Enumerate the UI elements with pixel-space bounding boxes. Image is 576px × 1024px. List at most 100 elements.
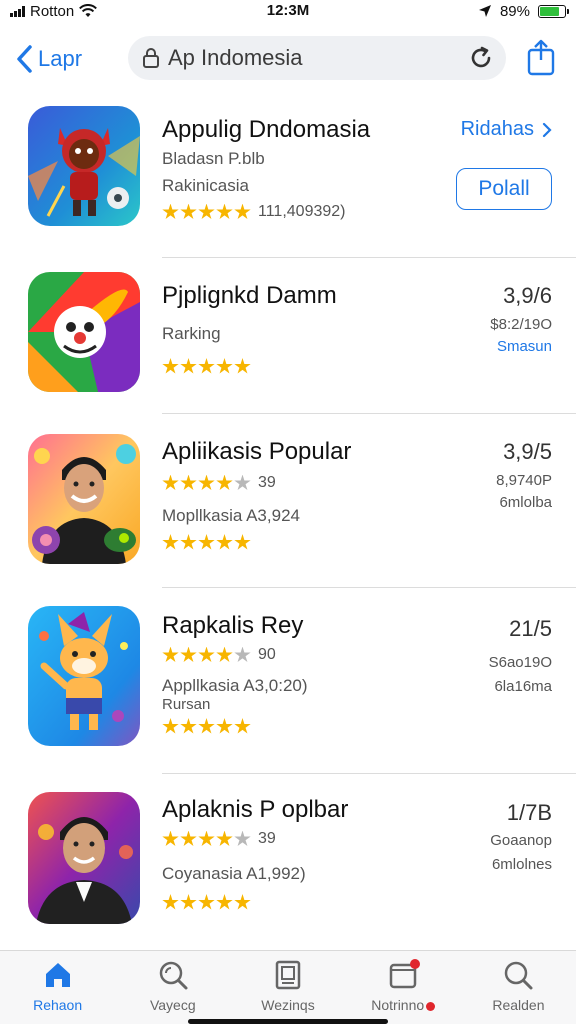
app-title: Pjplignkd Damm (162, 282, 337, 309)
tab-label: Realden (492, 997, 545, 1013)
star-icon (162, 358, 179, 374)
rating-count: 90 (258, 646, 276, 663)
star-icon (216, 358, 233, 374)
star-icon (198, 894, 215, 910)
app-sub-price: S6ao19O (488, 654, 552, 671)
app-list-item[interactable]: Apliikasis Popular 39 Mopllkasia A3,924 … (0, 414, 576, 588)
star-icon (198, 474, 215, 490)
home-icon (45, 963, 70, 987)
notification-badge (409, 959, 420, 969)
star-icon (216, 894, 233, 910)
star-icon (198, 203, 215, 219)
tab-label-text: Notrinno (371, 997, 425, 1013)
star-icon (180, 646, 197, 662)
star-icon (216, 203, 233, 219)
star-rating: 111,409392) (162, 203, 345, 221)
app-list-item[interactable]: Rapkalis Rey 90 Appllkasia A3,0:20) Rurs… (0, 588, 576, 774)
star-icon (234, 894, 251, 910)
star-rating: 90 (162, 646, 276, 664)
star-icon (234, 718, 251, 734)
star-icon (180, 474, 197, 490)
home-indicator (188, 1019, 388, 1024)
share-icon[interactable] (526, 38, 556, 76)
notification-dot (426, 1001, 436, 1011)
status-bar: Rotton 12:3M 89% (0, 0, 576, 22)
back-button[interactable]: Lapr (14, 40, 82, 78)
app-list-item[interactable]: Appulig Dndomasia Bladasn P.blb Rakinica… (0, 96, 576, 258)
app-developer: Rursan (162, 696, 211, 713)
app-title: Rapkalis Rey (162, 612, 304, 639)
star-icon (234, 534, 251, 550)
tab-bar: Rehaon Vayecg Wezinqs Notrinno Realden (0, 950, 576, 1024)
star-icon (216, 646, 233, 662)
lock-icon (143, 48, 159, 68)
app-sub-label: 6mlolnes (491, 856, 552, 873)
app-sub-label: 6la16ma (494, 678, 552, 695)
star-icon (234, 474, 251, 490)
status-right: 89% (478, 0, 569, 22)
navigation-bar: Lapr Ap Indomesia (0, 30, 576, 88)
star-icon (234, 358, 251, 374)
star-rating: 39 (162, 830, 276, 848)
star-icon (162, 646, 179, 662)
app-sub-price: $8:2/19O (490, 316, 552, 333)
star-icon (180, 894, 197, 910)
get-button[interactable]: Polall (456, 168, 552, 210)
tab-home[interactable]: Rehaon (0, 951, 115, 1024)
see-more-link[interactable]: Ridahas (461, 118, 552, 141)
app-title: Aplaknis P oplbar (162, 796, 349, 823)
star-icon (162, 534, 179, 550)
star-rating-secondary (162, 894, 251, 911)
star-icon (180, 534, 197, 550)
address-search-bar[interactable]: Ap Indomesia (128, 36, 506, 80)
battery-percent: 89% (499, 2, 530, 20)
tab-explore[interactable]: Vayecg (115, 951, 230, 1024)
star-icon (216, 718, 233, 734)
star-icon (216, 534, 233, 550)
app-sub-price: 8,9740P (496, 472, 552, 489)
app-category: Rakinicasia (162, 176, 249, 195)
star-icon (180, 718, 197, 734)
star-rating: 39 (162, 474, 276, 492)
app-list-item[interactable]: Aplaknis P oplbar 39 Coyanasia A1,992) 1… (0, 774, 576, 950)
rating-count: 39 (258, 474, 276, 491)
app-list-item[interactable]: Pjplignkd Damm Rarking 3,9/6 $8:2/19O Sm… (0, 258, 576, 414)
app-downloads: Appllkasia A3,0:20) (162, 676, 308, 695)
battery-icon (538, 4, 569, 18)
app-sub-label: 6mlolba (499, 494, 552, 511)
star-icon (162, 830, 179, 846)
app-downloads: Coyanasia A1,992) (162, 864, 306, 883)
tab-search[interactable]: Realden (461, 951, 576, 1024)
star-rating-secondary (162, 534, 251, 551)
rating-count: 111,409392) (258, 203, 346, 220)
tab-library[interactable]: Wezinqs (230, 951, 345, 1024)
app-sub-label[interactable]: Smasun (497, 338, 552, 355)
app-icon-clown-character (28, 272, 140, 392)
star-icon (234, 646, 251, 662)
app-price: 3,9/6 (503, 283, 552, 308)
book-icon (275, 960, 301, 990)
star-icon (162, 718, 179, 734)
star-icon (198, 718, 215, 734)
tab-notifications[interactable]: Notrinno (346, 951, 461, 1024)
star-icon (234, 203, 251, 219)
star-rating (162, 358, 251, 375)
star-icon (162, 474, 179, 490)
reload-icon[interactable] (468, 45, 494, 71)
star-icon (198, 358, 215, 374)
app-icon-man-portrait (28, 792, 140, 924)
app-downloads: Mopllkasia A3,924 (162, 506, 300, 525)
app-price: 3,9/5 (503, 439, 552, 464)
star-icon (162, 203, 179, 219)
star-icon (198, 830, 215, 846)
app-price: 1/7B (506, 800, 552, 825)
tab-label: Vayecg (149, 997, 196, 1013)
tab-label: Rehaon (33, 997, 83, 1013)
star-icon (216, 830, 233, 846)
star-rating-secondary (162, 718, 251, 735)
rating-count: 39 (258, 830, 276, 847)
star-icon (198, 646, 215, 662)
back-label: Lapr (38, 46, 83, 71)
chevron-right-icon (542, 122, 552, 137)
app-sub-price: Goaanop (490, 832, 552, 849)
